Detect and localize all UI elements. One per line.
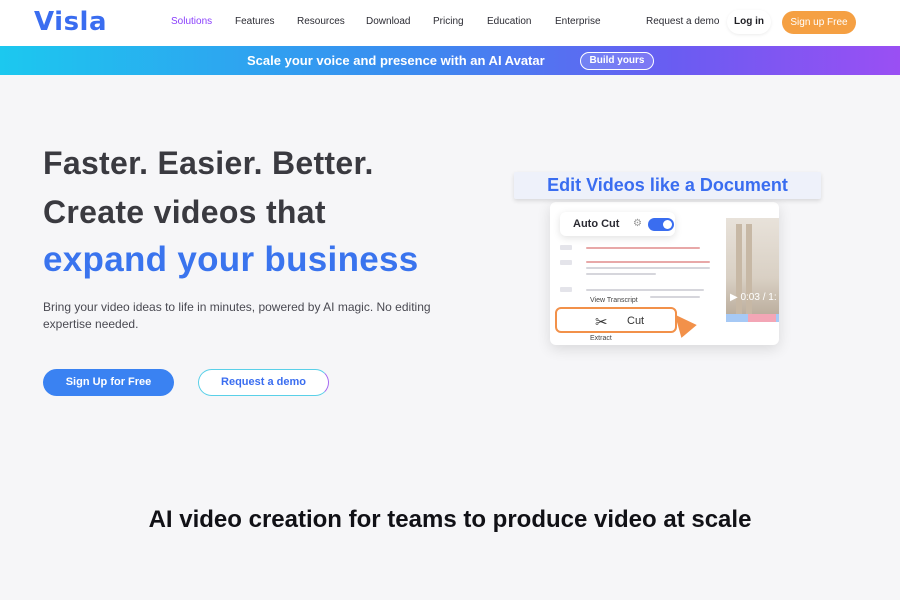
request-demo-button[interactable]: Request a demo	[198, 369, 329, 396]
nav-links: Solutions Features Resources Download Pr…	[171, 16, 615, 27]
hero-heading-line-1: Faster. Easier. Better.	[43, 145, 374, 181]
transcript-line	[586, 247, 700, 249]
timeline-selection	[748, 314, 776, 322]
cut-menu-item[interactable]: ✂ Cut	[555, 307, 677, 333]
nav-request-demo-link[interactable]: Request a demo	[646, 16, 719, 27]
timestamp-chip	[560, 287, 572, 292]
scissors-icon: ✂	[595, 314, 608, 331]
nav-item-resources[interactable]: Resources	[297, 16, 366, 27]
video-preview[interactable]: ▶ 0:03 / 1:	[726, 218, 779, 318]
login-button[interactable]: Log in	[727, 10, 771, 34]
hero-heading-line-3: expand your business	[43, 240, 419, 279]
timestamp-chip	[560, 245, 572, 250]
video-time: ▶ 0:03 / 1:	[730, 292, 777, 303]
transcript-line	[586, 261, 710, 263]
autocut-toggle[interactable]	[648, 218, 674, 231]
autocut-label: Auto Cut	[573, 218, 620, 230]
transcript-line	[586, 267, 710, 269]
nav-item-download[interactable]: Download	[366, 16, 433, 27]
transcript-line	[586, 273, 656, 275]
view-transcript-menu-item[interactable]: View Transcript	[590, 297, 638, 304]
visla-logo[interactable]: Visla	[34, 7, 107, 37]
nav-item-enterprise[interactable]: Enterprise	[555, 16, 615, 27]
signup-for-free-button[interactable]: Sign Up for Free	[43, 369, 174, 396]
hero-heading-line-2: Create videos that	[43, 194, 326, 230]
section-title: AI video creation for teams to produce v…	[148, 506, 752, 533]
video-timeline[interactable]	[726, 314, 779, 322]
extract-menu-item[interactable]: Extract	[590, 335, 612, 342]
cut-label: Cut	[627, 315, 645, 327]
signup-button[interactable]: Sign up Free	[782, 11, 856, 34]
top-nav: Visla Solutions Features Resources Downl…	[0, 0, 900, 46]
banner-text: Scale your voice and presence with an AI…	[247, 53, 545, 68]
nav-item-features[interactable]: Features	[235, 16, 297, 27]
timestamp-chip	[560, 260, 572, 265]
nav-item-pricing[interactable]: Pricing	[433, 16, 487, 27]
hero-subtitle: Bring your video ideas to life in minute…	[43, 300, 431, 331]
promo-banner: Scale your voice and presence with an AI…	[0, 46, 900, 75]
nav-item-education[interactable]: Education	[487, 16, 555, 27]
nav-item-solutions[interactable]: Solutions	[171, 16, 235, 27]
gear-icon[interactable]: ⚙	[633, 218, 642, 229]
transcript-line	[586, 289, 704, 291]
transcript-line	[650, 296, 700, 298]
editor-preview-card: Auto Cut ⚙ View Transcript ✂ Cut Extract…	[550, 202, 779, 345]
editor-preview-title: Edit Videos like a Document	[514, 172, 821, 199]
build-yours-button[interactable]: Build yours	[580, 52, 654, 70]
autocut-panel: Auto Cut ⚙	[560, 212, 675, 236]
